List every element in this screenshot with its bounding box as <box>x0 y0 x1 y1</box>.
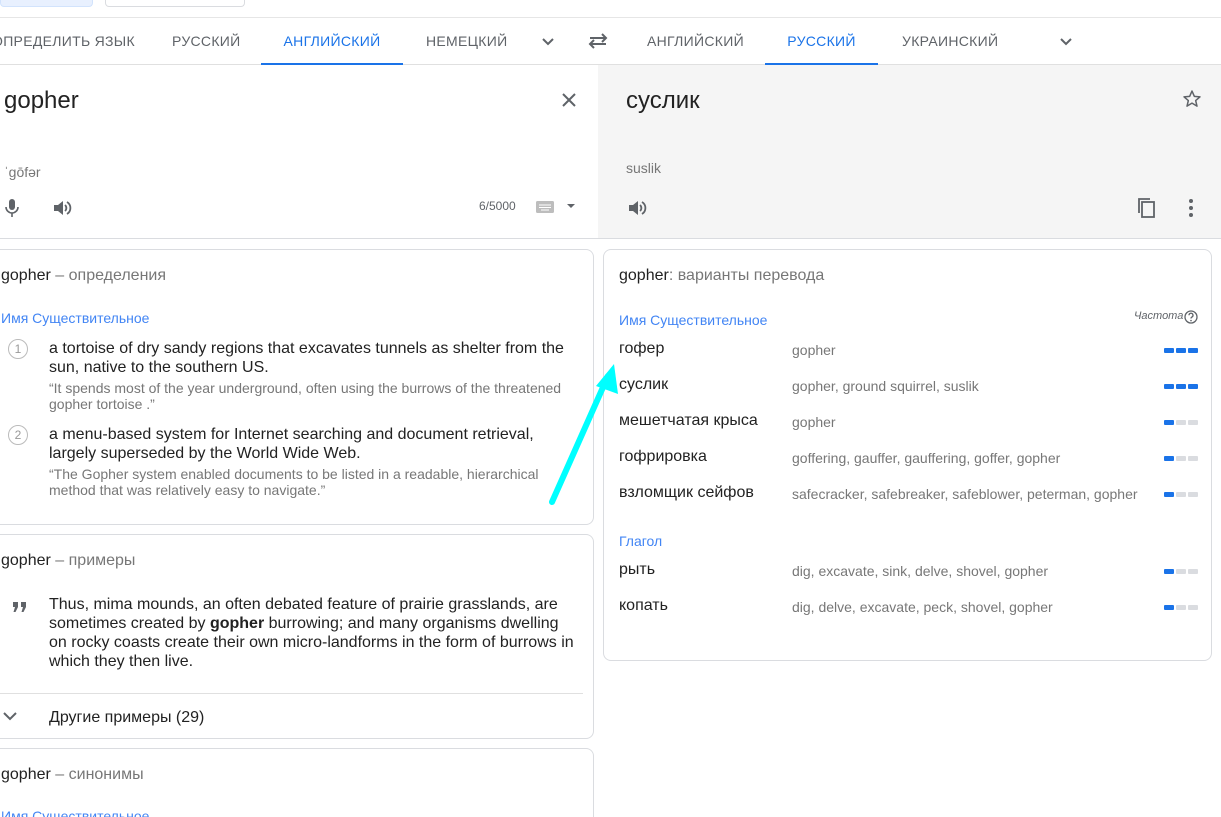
more-options-icon[interactable] <box>1181 196 1201 220</box>
translation-row[interactable]: рыть dig, excavate, sink, delve, shovel,… <box>604 561 1210 597</box>
chevron-down-icon <box>1 709 19 723</box>
example-highlight: gopher <box>209 615 265 632</box>
swap-languages-icon[interactable] <box>585 29 611 53</box>
tab-target-ukrainian[interactable]: УКРАИНСКИЙ <box>902 18 998 65</box>
frequency-bar <box>1164 605 1198 610</box>
translation-word: рыть <box>619 561 656 578</box>
more-examples-button[interactable]: Другие примеры (29) <box>0 693 583 739</box>
chevron-down-icon[interactable] <box>1054 29 1078 53</box>
documents-mode-button[interactable] <box>105 0 245 7</box>
definition-text: a menu-based system for Internet searchi… <box>49 426 534 462</box>
part-of-speech-label: Имя Существительное <box>1 310 150 326</box>
translation-synonyms: gopher, ground squirrel, suslik <box>792 378 979 394</box>
translations-card: gopher: варианты перевода Частота Имя Су… <box>603 249 1212 661</box>
translation-word: гофрировка <box>619 448 707 465</box>
definition-text: a tortoise of dry sandy regions that exc… <box>49 340 564 376</box>
synonyms-word: gopher <box>1 766 51 783</box>
synonyms-title: gopher – синонимы <box>1 766 144 784</box>
definitions-word: gopher <box>1 267 51 284</box>
translation-output: суслик <box>626 87 700 114</box>
target-transliteration: suslik <box>626 160 662 176</box>
tab-target-russian[interactable]: РУССКИЙ <box>765 18 878 65</box>
star-icon[interactable] <box>1180 87 1204 111</box>
frequency-label: Частота <box>1134 310 1184 322</box>
frequency-bar <box>1164 420 1198 425</box>
translation-word: взломщик сейфов <box>619 484 754 501</box>
translation-row[interactable]: копать dig, delve, excavate, peck, shove… <box>604 597 1210 633</box>
example-sentence: Thus, mima mounds, an often debated feat… <box>49 595 579 671</box>
translation-synonyms: dig, delve, excavate, peck, shovel, goph… <box>792 599 1053 615</box>
tab-target-english[interactable]: АНГЛИЙСКИЙ <box>647 18 744 65</box>
part-of-speech-label: Имя Существительное <box>619 312 768 328</box>
frequency-bar <box>1164 492 1198 497</box>
language-bar: ОПРЕДЕЛИТЬ ЯЗЫК РУССКИЙ АНГЛИЙСКИЙ НЕМЕЦ… <box>0 18 1221 65</box>
frequency-bar <box>1164 384 1198 389</box>
translation-row[interactable]: взломщик сейфов safecracker, safebreaker… <box>604 484 1210 520</box>
character-counter: 6/5000 <box>479 199 516 213</box>
translation-row[interactable]: мешетчатая крыса gopher <box>604 412 1210 448</box>
tab-source-russian[interactable]: РУССКИЙ <box>172 18 241 65</box>
close-icon[interactable] <box>557 88 581 112</box>
definition-example: “The Gopher system enabled documents to … <box>49 466 539 498</box>
chevron-down-icon[interactable] <box>536 29 560 53</box>
caret-down-icon[interactable] <box>564 199 578 213</box>
definitions-title: gopher – определения <box>1 267 166 285</box>
translations-title: gopher: варианты перевода <box>619 267 824 285</box>
examples-title: gopher – примеры <box>1 552 135 570</box>
speaker-icon[interactable] <box>625 196 649 220</box>
annotation-arrow <box>549 364 618 505</box>
translation-row[interactable]: гофер gopher <box>604 340 1210 376</box>
source-panel: gopher ˈɡōfər 6/5000 <box>0 65 598 239</box>
translation-word: гофер <box>619 340 665 357</box>
synonyms-title-suffix: – синонимы <box>55 766 144 783</box>
target-panel: суслик suslik <box>598 65 1221 239</box>
frequency-bar <box>1164 569 1198 574</box>
definition-number: 2 <box>8 425 28 445</box>
frequency-bar <box>1164 348 1198 353</box>
examples-word: gopher <box>1 552 51 569</box>
speaker-icon[interactable] <box>50 196 74 220</box>
microphone-icon[interactable] <box>0 195 24 221</box>
frequency-bar <box>1164 456 1198 461</box>
translation-word: копать <box>619 597 668 614</box>
translation-row[interactable]: суслик gopher, ground squirrel, suslik <box>604 376 1210 412</box>
translation-synonyms: safecracker, safebreaker, safeblower, pe… <box>792 486 1138 502</box>
definitions-card: gopher – определения Имя Существительное… <box>0 249 594 525</box>
translation-word: мешетчатая крыса <box>619 412 758 429</box>
tab-detect-language[interactable]: ОПРЕДЕЛИТЬ ЯЗЫК <box>0 18 135 65</box>
part-of-speech-label: Имя Существительное <box>1 808 150 817</box>
translations-word: gopher <box>619 267 669 284</box>
top-strip <box>0 0 1221 18</box>
translation-word: суслик <box>619 376 669 393</box>
translation-row[interactable]: гофрировка goffering, gauffer, gaufferin… <box>604 448 1210 484</box>
examples-title-suffix: – примеры <box>55 552 136 569</box>
help-icon[interactable] <box>1183 309 1199 325</box>
definition-number: 1 <box>8 339 28 359</box>
text-mode-button[interactable] <box>0 0 93 7</box>
more-examples-label: Другие примеры (29) <box>49 709 205 726</box>
synonyms-card: gopher – синонимы Имя Существительное <box>0 748 594 817</box>
keyboard-icon[interactable] <box>535 200 555 214</box>
source-input[interactable]: gopher <box>4 87 79 115</box>
copy-icon[interactable] <box>1134 196 1158 220</box>
part-of-speech-label: Глагол <box>619 533 663 549</box>
definitions-title-suffix: – определения <box>55 267 167 284</box>
source-transcription: ˈɡōfər <box>4 164 41 180</box>
examples-card: gopher – примеры Thus, mima mounds, an o… <box>0 534 594 739</box>
quote-icon <box>11 599 29 615</box>
translation-synonyms: gopher <box>792 342 836 358</box>
definition-example: “It spends most of the year underground,… <box>49 380 562 412</box>
translation-synonyms: goffering, gauffer, gauffering, goffer, … <box>792 450 1061 466</box>
translations-title-suffix: : варианты перевода <box>668 267 825 284</box>
tab-source-german[interactable]: НЕМЕЦКИЙ <box>426 18 508 65</box>
translation-synonyms: dig, excavate, sink, delve, shovel, goph… <box>792 563 1049 579</box>
translation-synonyms: gopher <box>792 414 836 430</box>
tab-source-english[interactable]: АНГЛИЙСКИЙ <box>261 18 403 65</box>
